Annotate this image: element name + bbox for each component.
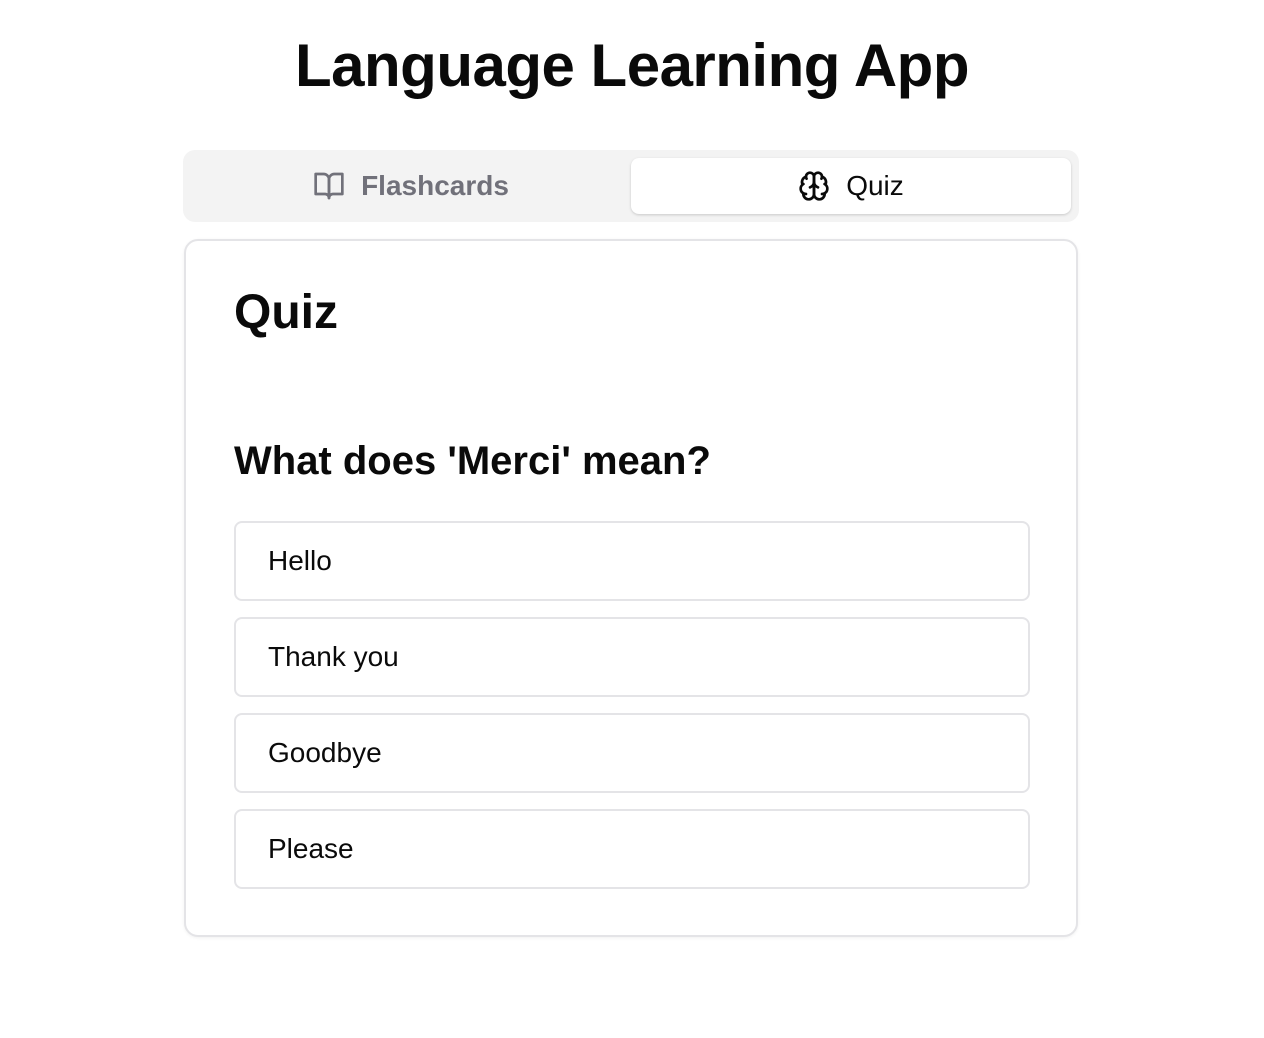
book-open-icon [313, 170, 345, 202]
quiz-question: What does 'Merci' mean? [234, 439, 711, 483]
tab-flashcards-label: Flashcards [361, 170, 509, 201]
answer-option-thank-you[interactable]: Thank you [234, 617, 1030, 697]
tab-quiz-label: Quiz [846, 170, 904, 201]
quiz-title: Quiz [234, 286, 338, 339]
answer-option-hello[interactable]: Hello [234, 521, 1030, 601]
brain-icon [798, 170, 830, 202]
tab-flashcards[interactable]: Flashcards [191, 158, 631, 214]
answer-option-please[interactable]: Please [234, 809, 1030, 889]
answer-options: Hello Thank you Goodbye Please [234, 521, 1030, 905]
app-title: Language Learning App [295, 32, 969, 99]
quiz-card: Quiz What does 'Merci' mean? Hello Thank… [184, 239, 1078, 937]
answer-option-goodbye[interactable]: Goodbye [234, 713, 1030, 793]
tab-quiz[interactable]: Quiz [631, 158, 1071, 214]
tabs-list: Flashcards Quiz [183, 150, 1079, 222]
